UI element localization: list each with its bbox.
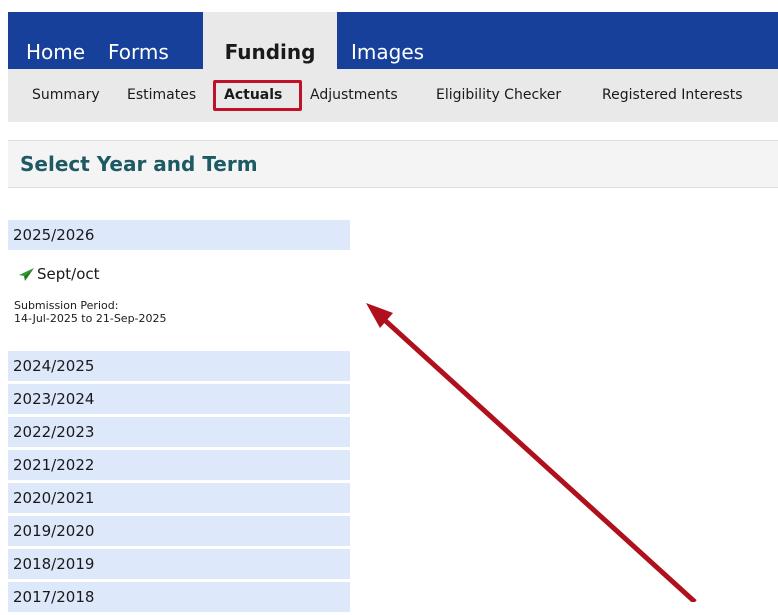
term-link-sept-oct[interactable]: Sept/oct (18, 263, 100, 285)
submission-period-label: Submission Period: (14, 299, 119, 312)
term-label: Sept/oct (37, 265, 100, 283)
nav-forms[interactable]: Forms (108, 12, 169, 69)
year-row-2018-2019[interactable]: 2018/2019 (8, 549, 350, 579)
actuals-highlight-box (213, 80, 302, 111)
year-row-2017-2018[interactable]: 2017/2018 (8, 582, 350, 612)
nav-funding[interactable]: Funding (203, 12, 337, 69)
nav-images[interactable]: Images (351, 12, 424, 69)
subnav-adjustments[interactable]: Adjustments (310, 69, 398, 122)
page-title: Select Year and Term (20, 152, 258, 176)
year-row-2022-2023[interactable]: 2022/2023 (8, 417, 350, 447)
heading-band: Select Year and Term (8, 140, 778, 188)
nav-home[interactable]: Home (26, 12, 85, 69)
year-row-2020-2021[interactable]: 2020/2021 (8, 483, 350, 513)
year-row-2024-2025[interactable]: 2024/2025 (8, 351, 350, 381)
top-nav: Home Forms Funding Images (0, 0, 778, 69)
year-row-2021-2022[interactable]: 2021/2022 (8, 450, 350, 480)
subnav-registered-interests[interactable]: Registered Interests (602, 69, 743, 122)
year-row-2023-2024[interactable]: 2023/2024 (8, 384, 350, 414)
subnav-estimates[interactable]: Estimates (127, 69, 196, 122)
term-block: Sept/oct Submission Period: 14-Jul-2025 … (8, 253, 350, 348)
year-list: 2025/2026 Sept/oct Submission Period: 14… (8, 220, 350, 615)
year-row-2025-2026[interactable]: 2025/2026 (8, 220, 350, 250)
send-arrow-icon (19, 268, 34, 281)
submission-period-range: 14-Jul-2025 to 21-Sep-2025 (14, 312, 167, 325)
subnav-eligibility-checker[interactable]: Eligibility Checker (436, 69, 561, 122)
sub-nav: Summary Estimates Actuals Adjustments El… (8, 69, 778, 122)
year-row-2019-2020[interactable]: 2019/2020 (8, 516, 350, 546)
subnav-summary[interactable]: Summary (32, 69, 100, 122)
